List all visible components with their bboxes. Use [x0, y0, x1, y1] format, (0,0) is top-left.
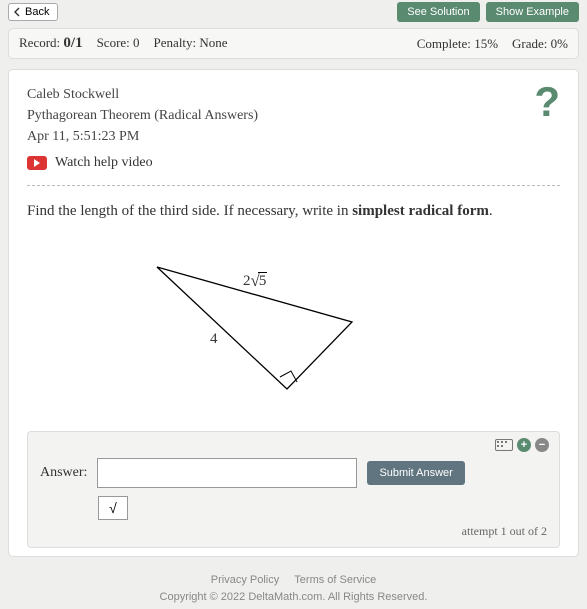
- youtube-icon: [27, 156, 47, 170]
- submit-answer-button[interactable]: Submit Answer: [367, 461, 464, 485]
- keyboard-icon[interactable]: [495, 439, 513, 451]
- answer-label: Answer:: [40, 465, 87, 481]
- footer: Privacy Policy Terms of Service Copyrigh…: [0, 572, 587, 607]
- back-label: Back: [25, 6, 49, 18]
- timestamp: Apr 11, 5:51:23 PM: [27, 126, 560, 147]
- score: Score: 0: [97, 35, 140, 51]
- add-answer-button[interactable]: +: [517, 438, 531, 452]
- watch-label: Watch help video: [55, 155, 153, 171]
- question-icon: ?: [534, 78, 560, 125]
- terms-link[interactable]: Terms of Service: [294, 574, 376, 586]
- help-button[interactable]: ?: [534, 84, 560, 120]
- meta-block: Caleb Stockwell Pythagorean Theorem (Rad…: [27, 84, 560, 147]
- student-name: Caleb Stockwell: [27, 84, 560, 105]
- see-solution-button[interactable]: See Solution: [397, 2, 479, 22]
- watch-help-video[interactable]: Watch help video: [27, 155, 153, 171]
- show-example-button[interactable]: Show Example: [486, 2, 579, 22]
- assignment-name: Pythagorean Theorem (Radical Answers): [27, 105, 560, 126]
- record: Record: 0/1: [19, 35, 83, 52]
- hypotenuse-label: 2√5: [243, 271, 267, 291]
- top-right-group: See Solution Show Example: [397, 2, 579, 22]
- sqrt-button[interactable]: √: [98, 496, 128, 520]
- penalty: Penalty: None: [154, 35, 228, 51]
- answer-input[interactable]: [97, 458, 357, 488]
- chevron-left-icon: [13, 7, 22, 17]
- top-bar: Back See Solution Show Example: [8, 0, 579, 26]
- problem-prompt: Find the length of the third side. If ne…: [27, 200, 560, 223]
- complete: Complete: 15%: [417, 36, 498, 52]
- divider: [27, 185, 560, 186]
- copyright: Copyright © 2022 DeltaMath.com. All Righ…: [0, 589, 587, 607]
- answer-block: + − Answer: Submit Answer √ attempt 1 ou…: [27, 431, 560, 548]
- grade: Grade: 0%: [512, 36, 568, 52]
- problem-card: ? Caleb Stockwell Pythagorean Theorem (R…: [8, 69, 579, 557]
- triangle-svg: [27, 237, 367, 427]
- back-button[interactable]: Back: [8, 3, 58, 21]
- status-bar: Record: 0/1 Score: 0 Penalty: None Compl…: [8, 28, 579, 59]
- attempt-counter: attempt 1 out of 2: [40, 524, 547, 539]
- privacy-link[interactable]: Privacy Policy: [211, 574, 279, 586]
- triangle-figure: 2√5 4: [27, 237, 560, 427]
- remove-answer-button[interactable]: −: [535, 438, 549, 452]
- leg-label: 4: [210, 331, 218, 348]
